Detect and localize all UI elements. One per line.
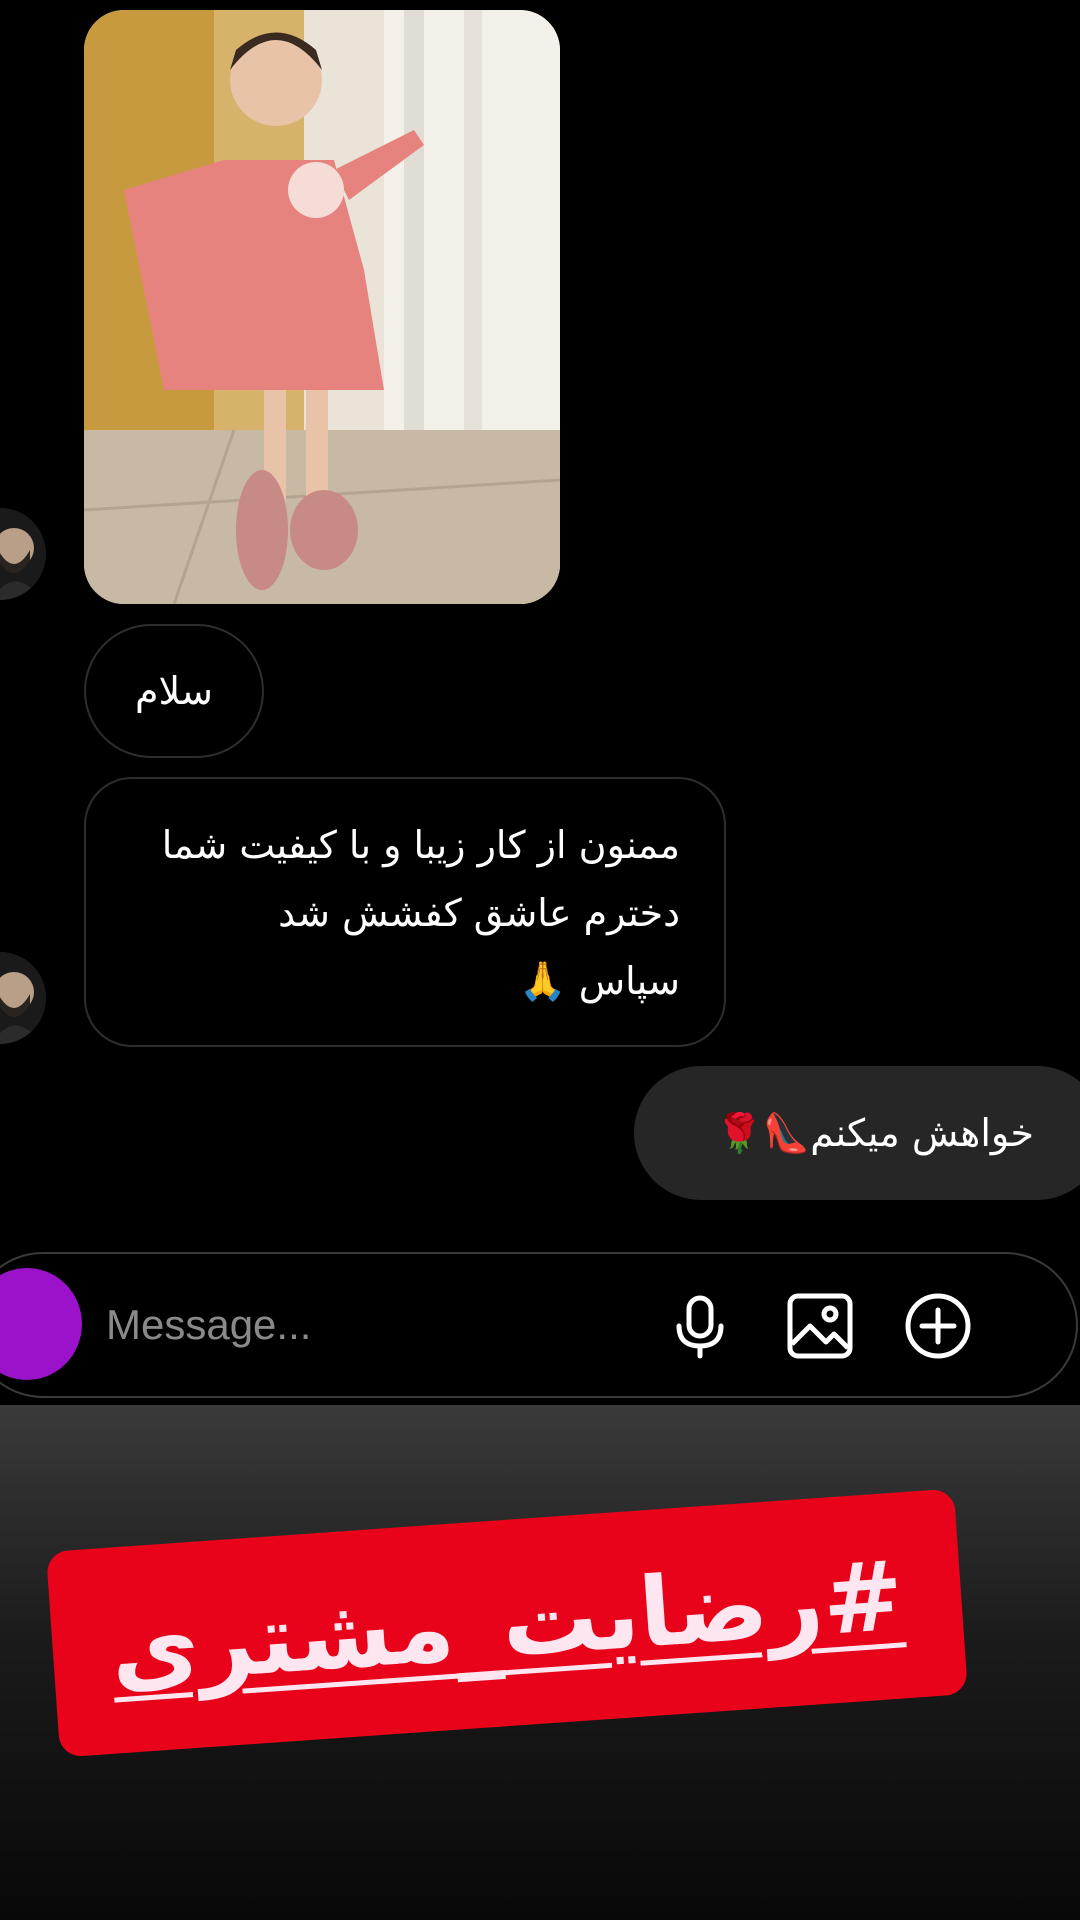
chat-thread: سلام ممنون از کار زیبا و با کیفیت شما دخ… xyxy=(0,0,1080,1405)
sender-avatar[interactable] xyxy=(0,508,46,600)
microphone-icon[interactable] xyxy=(666,1292,734,1360)
hashtag-text: #رضایت_مشتری xyxy=(106,1539,908,1707)
message-bubble-incoming[interactable]: سلام xyxy=(84,624,264,758)
avatar-image xyxy=(0,952,46,1044)
message-photo[interactable] xyxy=(84,10,560,604)
avatar-image xyxy=(0,508,46,600)
message-line: دخترم عاشق کفشش شد xyxy=(278,891,680,935)
message-text: خواهش میکنم👠🌹 xyxy=(715,1111,1034,1155)
message-bubble-incoming[interactable]: ممنون از کار زیبا و با کیفیت شما دخترم ع… xyxy=(84,777,726,1047)
message-input[interactable] xyxy=(106,1290,526,1360)
photo-image xyxy=(84,10,560,604)
plus-circle-icon[interactable] xyxy=(904,1292,972,1360)
message-text: سلام xyxy=(134,669,214,713)
message-line: سپاس 🙏 xyxy=(519,959,680,1003)
sender-avatar[interactable] xyxy=(0,952,46,1044)
message-composer xyxy=(0,1252,1078,1398)
gallery-icon[interactable] xyxy=(786,1292,854,1360)
camera-icon[interactable] xyxy=(0,1268,82,1380)
message-bubble-outgoing[interactable]: خواهش میکنم👠🌹 xyxy=(634,1066,1080,1200)
message-line: ممنون از کار زیبا و با کیفیت شما xyxy=(161,823,680,867)
